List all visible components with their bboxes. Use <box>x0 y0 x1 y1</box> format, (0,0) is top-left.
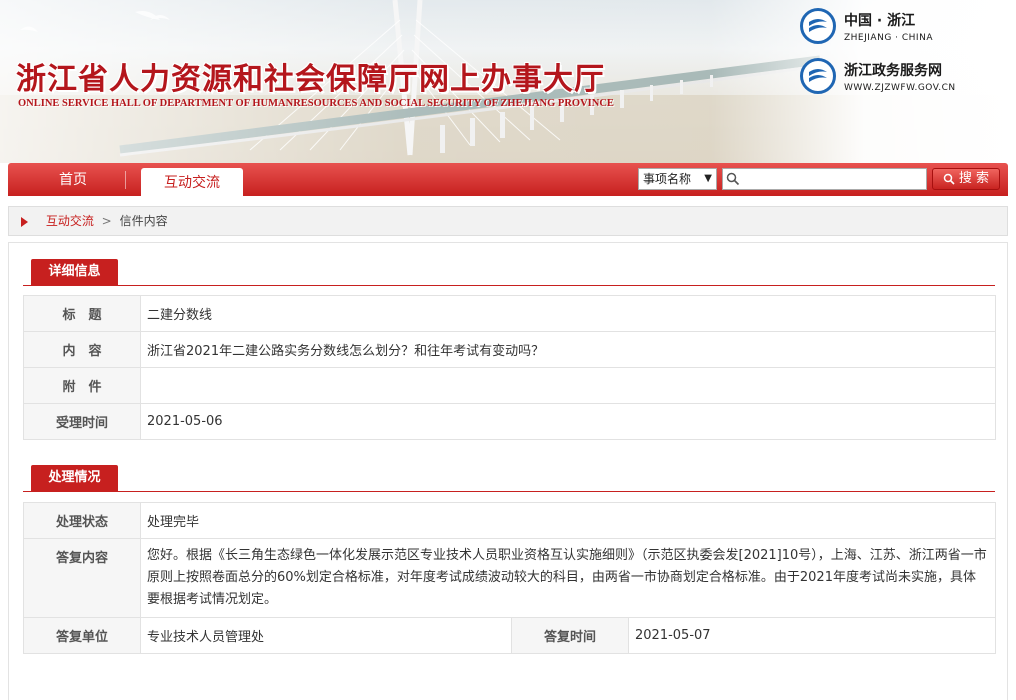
breadcrumb-link-interaction[interactable]: 互动交流 <box>46 214 94 228</box>
status-value: 处理完毕 <box>140 502 996 539</box>
logo1-sub: ZHEJIANG · CHINA <box>844 32 933 43</box>
content-value: 浙江省2021年二建公路实务分数线怎么划分？和往年考试有变动吗？ <box>140 331 996 368</box>
table-row: 附 件 <box>23 367 996 404</box>
search-type-select[interactable]: 事项名称 ▼ <box>638 168 717 190</box>
nav-divider <box>125 171 126 189</box>
attachment-label: 附 件 <box>23 367 141 404</box>
content-label: 内 容 <box>23 331 141 368</box>
table-row: 受理时间 2021-05-06 <box>23 403 996 440</box>
logo2-name: 浙江政务服务网 <box>844 62 942 79</box>
table-row: 答复单位 专业技术人员管理处 答复时间 2021-05-07 <box>23 617 996 654</box>
detail-section-title: 详细信息 <box>31 259 118 285</box>
reply-label: 答复内容 <box>23 538 141 618</box>
detail-table: 标 题 二建分数线 内 容 浙江省2021年二建公路实务分数线怎么划分？和往年考… <box>23 295 996 440</box>
zjzwfw-logo[interactable]: 浙江政务服务网 WWW.ZJZWFW.GOV.CN <box>800 58 956 94</box>
table-row: 标 题 二建分数线 <box>23 295 996 332</box>
letter-content: 详细信息 标 题 二建分数线 内 容 浙江省2021年二建公路实务分数线怎么划分… <box>8 242 1008 700</box>
reply-value: 您好。根据《长三角生态绿色一体化发展示范区专业技术人员职业资格互认实施细则》（示… <box>140 538 996 618</box>
nav-interaction-tab[interactable]: 互动交流 <box>141 168 243 196</box>
breadcrumb-separator: > <box>101 214 112 228</box>
breadcrumb: 互动交流 > 信件内容 <box>8 206 1008 236</box>
detail-section-header: 详细信息 <box>23 259 995 286</box>
dropdown-arrow-icon: ▼ <box>704 173 712 184</box>
reply-time-value: 2021-05-07 <box>628 617 996 654</box>
header-banner: 浙江省人力资源和社会保障厅网上办事大厅 ONLINE SERVICE HALL … <box>0 0 1016 163</box>
table-row: 内 容 浙江省2021年二建公路实务分数线怎么划分？和往年考试有变动吗？ <box>23 331 996 368</box>
search-button[interactable]: 搜 索 <box>932 168 1000 190</box>
logo2-sub: WWW.ZJZWFW.GOV.CN <box>844 82 956 93</box>
search-button-icon <box>943 173 955 185</box>
china-zhejiang-emblem-icon <box>800 8 836 44</box>
title-label: 标 题 <box>23 295 141 332</box>
site-subtitle: ONLINE SERVICE HALL OF DEPARTMENT OF HUM… <box>18 98 614 109</box>
handling-section-title: 处理情况 <box>31 465 118 491</box>
breadcrumb-arrow-icon <box>21 216 28 227</box>
site-title: 浙江省人力资源和社会保障厅网上办事大厅 <box>16 62 605 97</box>
breadcrumb-current: 信件内容 <box>119 214 168 228</box>
search-input[interactable] <box>722 168 927 190</box>
status-label: 处理状态 <box>23 502 141 539</box>
reply-unit-label: 答复单位 <box>23 617 141 654</box>
title-value: 二建分数线 <box>140 295 996 332</box>
accepted-time-label: 受理时间 <box>23 403 141 440</box>
accepted-time-value: 2021-05-06 <box>140 403 996 440</box>
main-nav: 首页 互动交流 事项名称 ▼ 搜 索 <box>8 163 1008 196</box>
china-zhejiang-logo[interactable]: 中国 · 浙江 ZHEJIANG · CHINA <box>800 8 933 44</box>
reply-time-label: 答复时间 <box>511 617 629 654</box>
search-button-label: 搜 索 <box>958 171 990 186</box>
attachment-value <box>140 367 996 404</box>
nav-home[interactable]: 首页 <box>30 163 116 196</box>
zjzwfw-emblem-icon <box>800 58 836 94</box>
table-row: 处理状态 处理完毕 <box>23 502 996 539</box>
search-icon <box>726 172 740 186</box>
search-type-value: 事项名称 <box>643 172 692 186</box>
logo1-name: 中国 · 浙江 <box>844 12 916 29</box>
handling-section-header: 处理情况 <box>23 465 995 492</box>
handling-table: 处理状态 处理完毕 答复内容 您好。根据《长三角生态绿色一体化发展示范区专业技术… <box>23 502 996 654</box>
table-row: 答复内容 您好。根据《长三角生态绿色一体化发展示范区专业技术人员职业资格互认实施… <box>23 538 996 618</box>
reply-unit-value: 专业技术人员管理处 <box>140 617 512 654</box>
